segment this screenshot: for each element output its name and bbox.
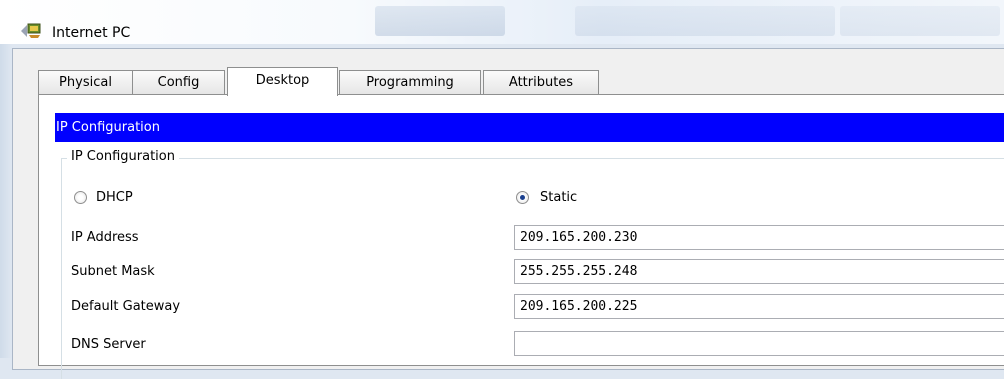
tab-desktop[interactable]: Desktop (227, 67, 338, 96)
tab-physical[interactable]: Physical (38, 70, 133, 94)
default-gateway-input[interactable]: 209.165.200.225 (514, 294, 1004, 319)
ip-configuration-header: IP Configuration (55, 113, 1004, 142)
dns-server-input[interactable] (514, 331, 1004, 356)
radio-selected-icon[interactable] (516, 191, 529, 204)
background-blur (575, 6, 835, 36)
dhcp-label[interactable]: DHCP (96, 190, 133, 206)
ip-address-input[interactable]: 209.165.200.230 (514, 225, 1004, 250)
radio-dot (520, 195, 525, 200)
background-blur (375, 6, 505, 36)
static-label[interactable]: Static (540, 190, 577, 206)
radio-empty-icon[interactable] (74, 191, 87, 204)
tab-programming[interactable]: Programming (339, 70, 481, 94)
window-title-bar: Internet PC (0, 0, 1004, 44)
tab-attributes[interactable]: Attributes (483, 70, 599, 94)
subnet-mask-input[interactable]: 255.255.255.248 (514, 259, 1004, 284)
packet-tracer-pc-icon (21, 23, 41, 38)
default-gateway-label: Default Gateway (71, 299, 181, 314)
background-blur (840, 6, 1000, 36)
ip-address-label: IP Address (71, 230, 139, 245)
window-border (0, 44, 12, 358)
window-title: Internet PC (52, 25, 131, 41)
subnet-mask-label: Subnet Mask (71, 264, 155, 279)
group-legend: IP Configuration (67, 148, 179, 166)
tab-config[interactable]: Config (132, 70, 225, 94)
dns-server-label: DNS Server (71, 337, 146, 352)
